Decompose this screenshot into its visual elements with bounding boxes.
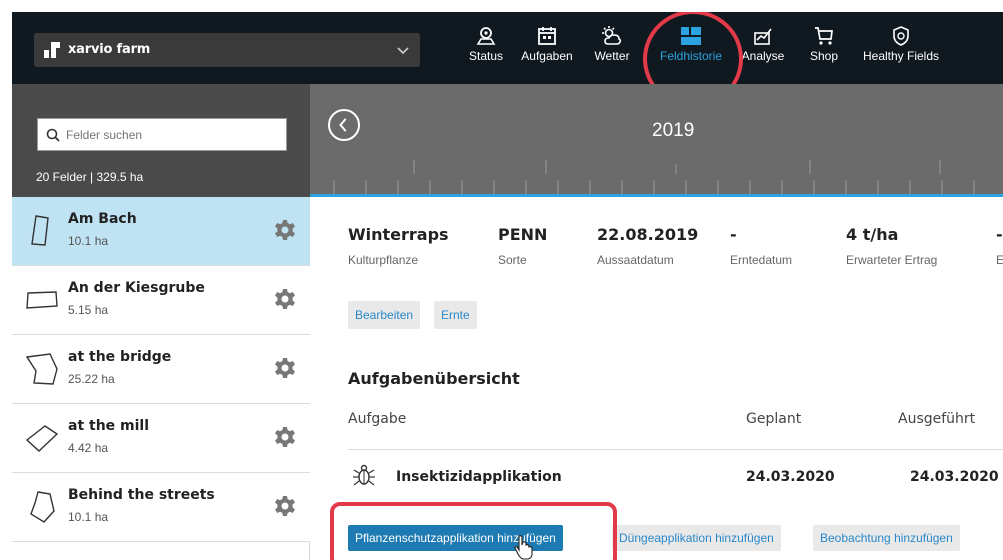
nav-analyse[interactable]: Analyse bbox=[736, 25, 790, 75]
task-name[interactable]: Insektizidapplikation bbox=[396, 469, 562, 485]
sowing-date-value: 22.08.2019 bbox=[597, 225, 699, 244]
nav-feldhistorie-label: Feldhistorie bbox=[659, 49, 723, 63]
truncated-label: E bbox=[996, 253, 1003, 267]
field-name: at the bridge bbox=[68, 349, 172, 365]
bug-icon bbox=[353, 464, 375, 486]
farm-selector[interactable]: xarvio farm bbox=[34, 33, 420, 67]
crop-value: Winterraps bbox=[348, 225, 449, 244]
xarvio-logo-icon bbox=[44, 42, 60, 58]
harvest-button[interactable]: Ernte bbox=[434, 301, 477, 329]
nav-status-label: Status bbox=[468, 49, 504, 63]
calendar-icon bbox=[538, 27, 556, 45]
col-done-header: Ausgeführt bbox=[898, 411, 976, 427]
expected-yield-label: Erwarteter Ertrag bbox=[846, 253, 938, 267]
search-icon bbox=[46, 128, 60, 142]
field-shape-icon bbox=[25, 425, 59, 452]
gear-icon[interactable] bbox=[274, 495, 296, 517]
gear-icon[interactable] bbox=[274, 288, 296, 310]
nav-analyse-label: Analyse bbox=[741, 49, 785, 63]
nav-shop[interactable]: Shop bbox=[802, 25, 846, 75]
variety-value: PENN bbox=[498, 225, 548, 244]
nav-feldhistorie[interactable]: Feldhistorie bbox=[647, 25, 735, 75]
chart-icon bbox=[754, 28, 772, 45]
top-bar: xarvio farm Status Aufgaben Wetter Feldh… bbox=[12, 12, 1003, 108]
tasks-title: Aufgabenübersicht bbox=[348, 369, 520, 388]
col-task-header: Aufgabe bbox=[348, 411, 407, 427]
sun-cloud-icon bbox=[602, 26, 622, 45]
harvest-date-value: - bbox=[730, 225, 737, 244]
hand-cursor-icon bbox=[514, 535, 533, 560]
field-shape-icon bbox=[26, 291, 58, 309]
nav-status[interactable]: Status bbox=[460, 25, 512, 75]
field-row-behind-the-streets[interactable]: Behind the streets 10.1 ha bbox=[12, 473, 310, 542]
field-shape-icon bbox=[30, 491, 55, 523]
crop-label: Kulturpflanze bbox=[348, 253, 419, 267]
app-window: xarvio farm Status Aufgaben Wetter Feldh… bbox=[12, 12, 1003, 560]
add-fertilizer-button[interactable]: Düngeapplikation hinzufügen bbox=[612, 525, 781, 551]
year-timeline[interactable]: 2019 bbox=[310, 84, 1003, 197]
field-sidebar: 20 Felder | 329.5 ha Am Bach 10.1 ha An … bbox=[12, 84, 310, 560]
timeline-back-button[interactable] bbox=[328, 109, 360, 141]
location-pin-icon bbox=[476, 27, 496, 45]
chevron-down-icon bbox=[397, 47, 409, 55]
add-observation-button[interactable]: Beobachtung hinzufügen bbox=[813, 525, 960, 551]
field-summary: 20 Felder | 329.5 ha bbox=[36, 170, 144, 184]
field-search[interactable] bbox=[37, 118, 287, 151]
sidebar-header: 20 Felder | 329.5 ha bbox=[12, 84, 310, 197]
field-name: at the mill bbox=[68, 418, 150, 434]
nav-healthy-fields-label: Healthy Fields bbox=[862, 49, 940, 63]
field-row-an-der-kiesgrube[interactable]: An der Kiesgrube 5.15 ha bbox=[12, 266, 310, 335]
field-area: 25.22 ha bbox=[68, 372, 115, 386]
farm-name: xarvio farm bbox=[68, 42, 151, 57]
field-area: 4.42 ha bbox=[68, 441, 109, 455]
expected-yield-value: 4 t/ha bbox=[846, 225, 899, 244]
gear-icon[interactable] bbox=[274, 219, 296, 241]
cart-icon bbox=[815, 27, 833, 45]
field-name: Behind the streets bbox=[68, 487, 215, 503]
task-done-date: 24.03.2020 bbox=[910, 469, 999, 485]
harvest-date-label: Erntedatum bbox=[730, 253, 793, 267]
nav-healthy-fields[interactable]: Healthy Fields bbox=[857, 25, 945, 75]
field-name: An der Kiesgrube bbox=[68, 280, 205, 296]
task-planned-date: 24.03.2020 bbox=[746, 469, 835, 485]
sowing-date-label: Aussaatdatum bbox=[597, 253, 674, 267]
field-area: 5.15 ha bbox=[68, 303, 109, 317]
field-history-panel: Winterraps Kulturpflanze PENN Sorte 22.0… bbox=[310, 197, 1003, 560]
nav-wetter-label: Wetter bbox=[594, 49, 630, 63]
nav-aufgaben-label: Aufgaben bbox=[521, 49, 573, 63]
field-row-at-the-mill[interactable]: at the mill 4.42 ha bbox=[12, 404, 310, 473]
table-divider bbox=[348, 449, 1003, 450]
field-history-icon bbox=[681, 27, 701, 45]
field-row-am-bach[interactable]: Am Bach 10.1 ha bbox=[12, 197, 310, 266]
edit-button[interactable]: Bearbeiten bbox=[348, 301, 421, 329]
nav-shop-label: Shop bbox=[809, 49, 839, 63]
variety-label: Sorte bbox=[498, 253, 527, 267]
timeline-year: 2019 bbox=[652, 120, 695, 141]
field-name: Am Bach bbox=[68, 211, 137, 227]
col-planned-header: Geplant bbox=[746, 411, 802, 427]
nav-wetter[interactable]: Wetter bbox=[586, 25, 638, 75]
field-area: 10.1 ha bbox=[68, 510, 109, 524]
nav-aufgaben[interactable]: Aufgaben bbox=[517, 25, 577, 75]
gear-icon[interactable] bbox=[274, 426, 296, 448]
search-input[interactable] bbox=[66, 125, 276, 145]
gear-icon[interactable] bbox=[274, 357, 296, 379]
field-row-at-the-bridge[interactable]: at the bridge 25.22 ha bbox=[12, 335, 310, 404]
shield-icon bbox=[893, 26, 909, 46]
field-shape-icon bbox=[31, 215, 49, 246]
field-shape-icon bbox=[25, 353, 58, 385]
field-area: 10.1 ha bbox=[68, 234, 109, 248]
truncated-value: - bbox=[996, 225, 1003, 244]
